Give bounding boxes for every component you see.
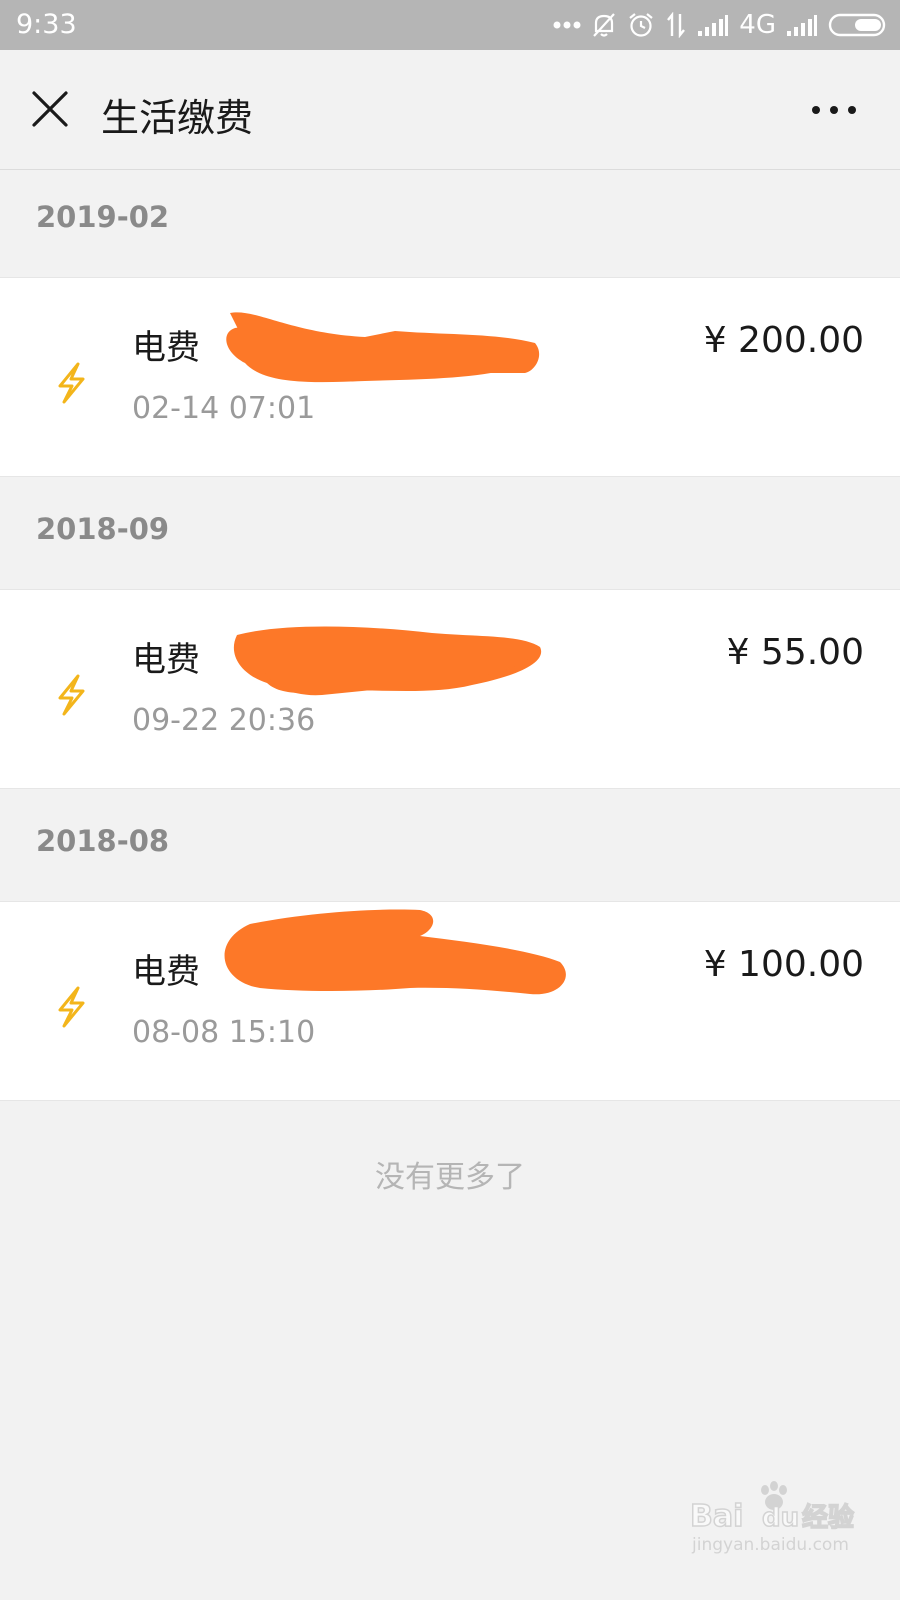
status-icons: 4G: [553, 8, 888, 42]
no-more-text: 没有更多了: [375, 1160, 525, 1195]
lightning-icon: [58, 674, 85, 716]
redacted-account-info: [224, 909, 566, 995]
record-time: 02-14 07:01: [132, 391, 316, 426]
network-type: 4G: [739, 10, 776, 40]
record-time: 08-08 15:10: [132, 1015, 316, 1050]
record-amount: ¥ 200.00: [703, 320, 864, 361]
month-header: 2018-09: [36, 512, 170, 546]
payment-record[interactable]: 电费 02-14 07:01 ¥ 200.00: [0, 277, 900, 477]
battery-icon: [828, 12, 888, 38]
svg-text:Bai: Bai: [690, 1499, 743, 1534]
alarm-icon: [627, 11, 655, 39]
bell-muted-icon: [591, 11, 617, 39]
lightning-icon: [58, 986, 85, 1028]
status-bar: 9:33 4G: [0, 0, 900, 50]
navigation-bar: 生活缴费: [0, 50, 900, 170]
svg-text:du: du: [762, 1503, 799, 1533]
record-amount: ¥ 55.00: [726, 632, 864, 673]
more-icon: [812, 106, 856, 114]
close-icon: [32, 91, 68, 127]
month-header: 2019-02: [36, 200, 170, 234]
signal-icon-1: [697, 13, 729, 37]
record-title: 电费: [132, 328, 200, 368]
redacted-account-info: [226, 312, 540, 383]
svg-text:jingyan.baidu.com: jingyan.baidu.com: [691, 1535, 849, 1555]
signal-icon-2: [786, 13, 818, 37]
more-notifications-icon: [553, 20, 581, 30]
month-header: 2018-08: [36, 824, 170, 858]
close-button[interactable]: [30, 89, 70, 129]
status-time: 9:33: [16, 9, 77, 40]
payment-record[interactable]: 电费 08-08 15:10 ¥ 100.00: [0, 901, 900, 1101]
baidu-jingyan-watermark: Bai du 经验 jingyan.baidu.com: [690, 1481, 855, 1555]
record-amount: ¥ 100.00: [703, 944, 864, 985]
data-transfer-icon: [665, 12, 687, 38]
page-title: 生活缴费: [101, 96, 254, 140]
payment-record[interactable]: 电费 09-22 20:36 ¥ 55.00: [0, 589, 900, 789]
record-title: 电费: [132, 952, 200, 992]
svg-text:经验: 经验: [802, 1502, 854, 1533]
redacted-account-info: [233, 626, 542, 696]
lightning-icon: [58, 362, 85, 404]
record-title: 电费: [132, 640, 200, 680]
more-options-button[interactable]: [810, 98, 860, 122]
record-time: 09-22 20:36: [132, 703, 316, 738]
